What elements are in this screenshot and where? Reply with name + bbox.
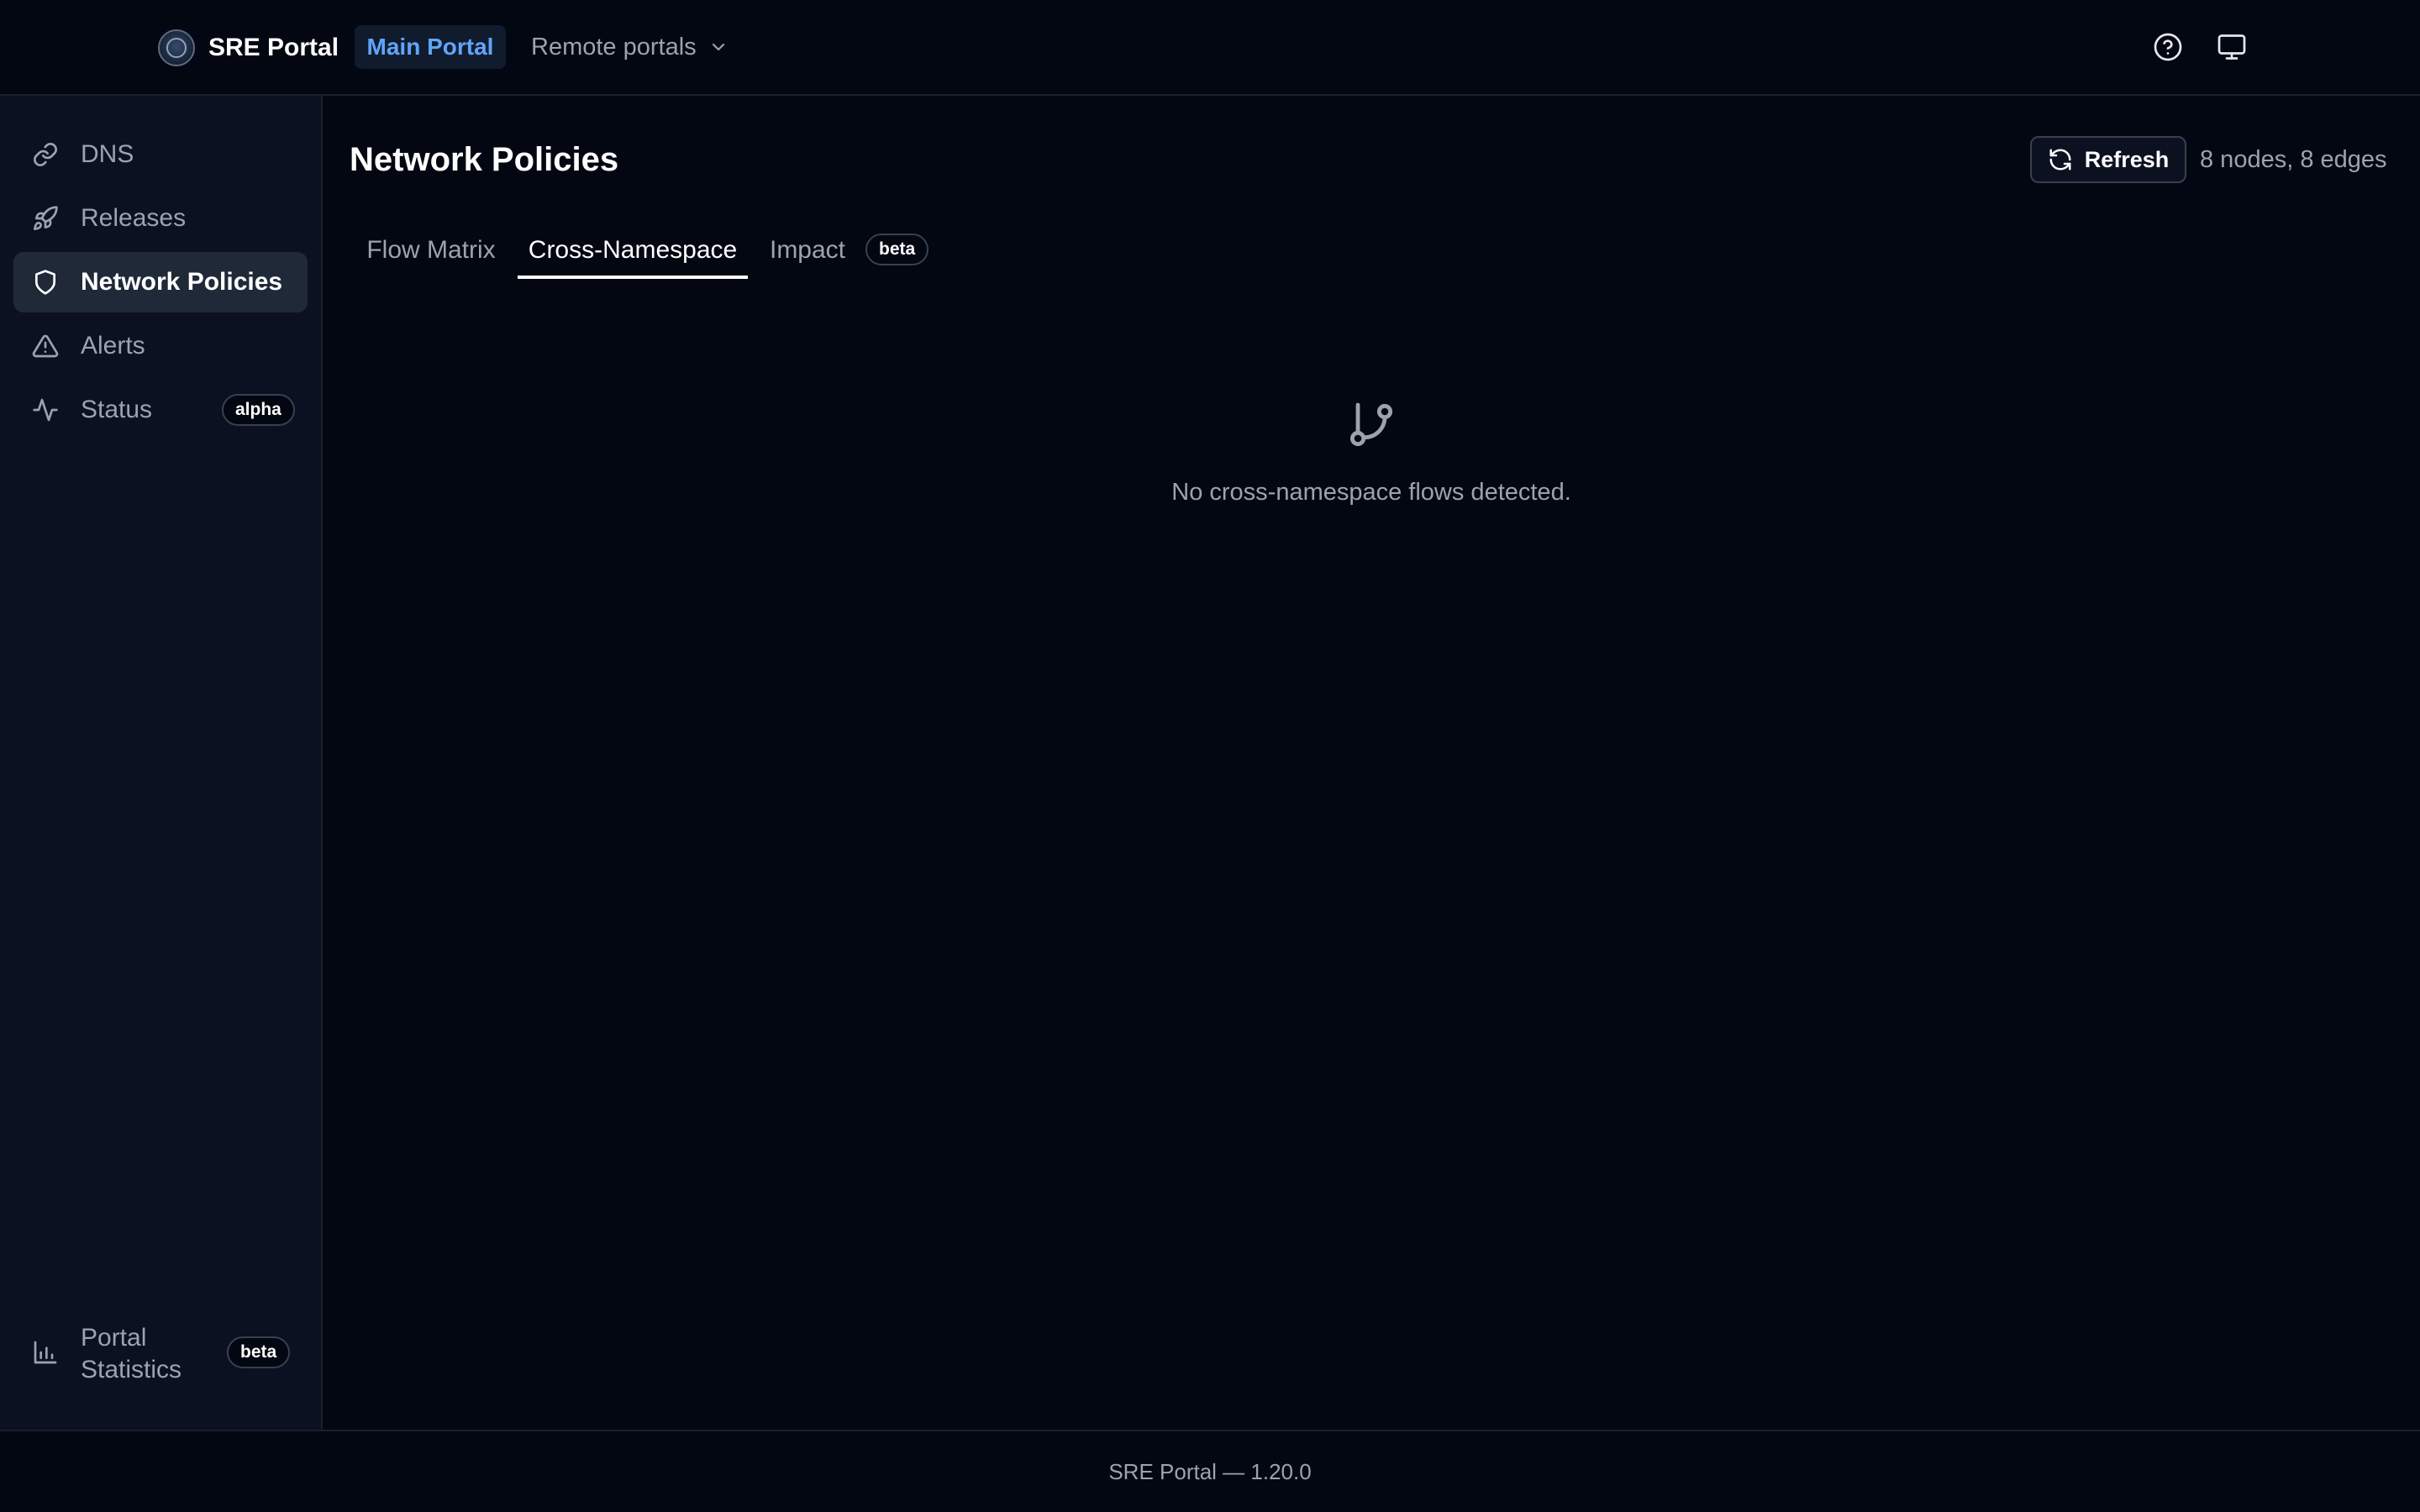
activity-icon [32,396,59,423]
tab-cross-namespace[interactable]: Cross-Namespace [518,223,748,279]
tab-bar: Flow Matrix Cross-Namespace Impact beta [350,223,955,281]
sidebar-item-network-policies[interactable]: Network Policies [13,252,308,312]
sidebar-item-label: Status [81,396,153,423]
tab-flow-matrix[interactable]: Flow Matrix [350,223,513,279]
sidebar-item-portal-statistics[interactable]: Portal Statistics beta [13,1314,308,1391]
sidebar-item-status[interactable]: Status alpha [13,380,308,440]
status-badge: alpha [222,394,295,426]
refresh-label: Refresh [2084,146,2170,172]
impact-badge: beta [865,234,929,265]
bar-chart-icon [32,1339,59,1366]
tab-impact[interactable]: Impact [760,223,855,279]
refresh-icon [2048,147,2073,172]
empty-state-message: No cross-namespace flows detected. [1171,479,1571,506]
sidebar-item-label: Alerts [81,332,145,360]
sidebar-item-label: Releases [81,204,187,232]
sidebar: DNS Releases Network Policies Alerts Sta… [0,96,323,1430]
rocket-icon [32,205,59,232]
remote-portals-label: Remote portals [531,33,697,60]
footer: SRE Portal — 1.20.0 [0,1430,2420,1512]
remote-portals-dropdown[interactable]: Remote portals [531,25,729,69]
chevron-down-icon [708,37,729,57]
monitor-icon[interactable] [2217,32,2247,62]
page-title: Network Policies [350,141,619,178]
main-portal-button[interactable]: Main Portal [355,25,506,69]
sidebar-item-alerts[interactable]: Alerts [13,316,308,376]
help-circle-icon[interactable] [2153,32,2183,62]
sidebar-item-label: Portal Statistics [81,1324,182,1383]
shield-icon [32,269,59,296]
brand-title[interactable]: SRE Portal [208,30,339,66]
graph-stats: 8 nodes, 8 edges [2200,146,2387,173]
sidebar-item-dns[interactable]: DNS [13,124,308,185]
top-header: SRE Portal Main Portal Remote portals [0,0,2420,96]
alert-triangle-icon [32,333,59,360]
link-icon [32,141,59,168]
git-branch-icon [1344,398,1398,452]
sre-logo[interactable] [158,29,195,66]
refresh-button[interactable]: Refresh [2030,136,2186,183]
sidebar-item-releases[interactable]: Releases [13,188,308,249]
portal-statistics-badge: beta [227,1336,291,1368]
sidebar-item-label: Network Policies [81,268,283,296]
sidebar-item-label: DNS [81,140,134,168]
